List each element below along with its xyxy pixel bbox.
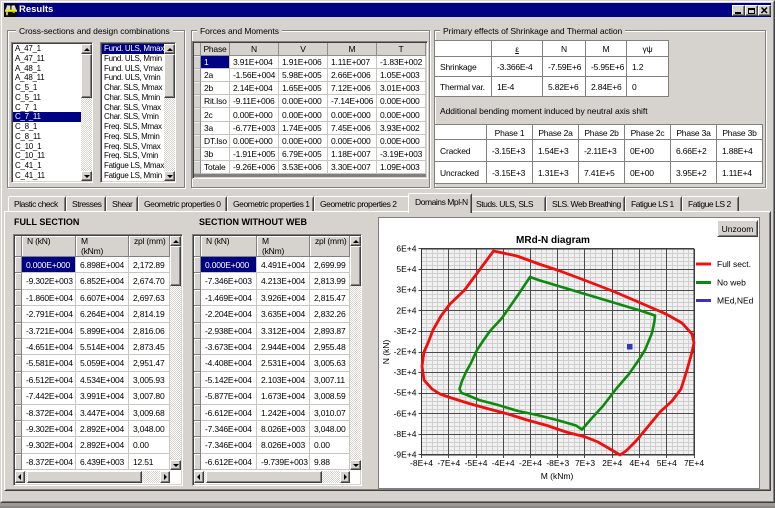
svg-text:6E+4: 6E+4 (396, 244, 416, 254)
svg-text:5E+4: 5E+4 (657, 458, 677, 468)
svg-text:2E+4: 2E+4 (602, 458, 622, 468)
svg-text:No web: No web (717, 278, 746, 288)
svg-text:7E+3: 7E+3 (575, 458, 595, 468)
svg-text:-6E+4: -6E+4 (394, 408, 417, 418)
svg-text:N (kN): N (kN) (381, 340, 391, 365)
svg-text:-3E+2: -3E+2 (394, 326, 417, 336)
svg-text:-5E+4: -5E+4 (394, 388, 417, 398)
svg-text:-8E+4: -8E+4 (410, 458, 433, 468)
svg-text:-3E+4: -3E+4 (394, 367, 417, 377)
svg-text:-8E+3: -8E+3 (546, 458, 569, 468)
svg-text:-5E+4: -5E+4 (465, 458, 488, 468)
svg-text:5E+4: 5E+4 (396, 264, 416, 274)
svg-text:-2E+4: -2E+4 (519, 458, 542, 468)
svg-text:4E+4: 4E+4 (629, 458, 649, 468)
svg-text:-7E+4: -7E+4 (437, 458, 460, 468)
svg-text:MEd,NEd: MEd,NEd (717, 296, 754, 306)
svg-text:M (kNm): M (kNm) (541, 471, 574, 481)
svg-text:3E+4: 3E+4 (396, 285, 416, 295)
svg-text:-4E+4: -4E+4 (492, 458, 515, 468)
svg-text:2E+4: 2E+4 (396, 305, 416, 315)
svg-text:MRd-N diagram: MRd-N diagram (516, 235, 590, 246)
svg-text:Full sect.: Full sect. (717, 259, 751, 269)
svg-text:-2E+4: -2E+4 (394, 347, 417, 357)
svg-text:7E+4: 7E+4 (684, 458, 704, 468)
svg-text:-8E+4: -8E+4 (394, 429, 417, 439)
